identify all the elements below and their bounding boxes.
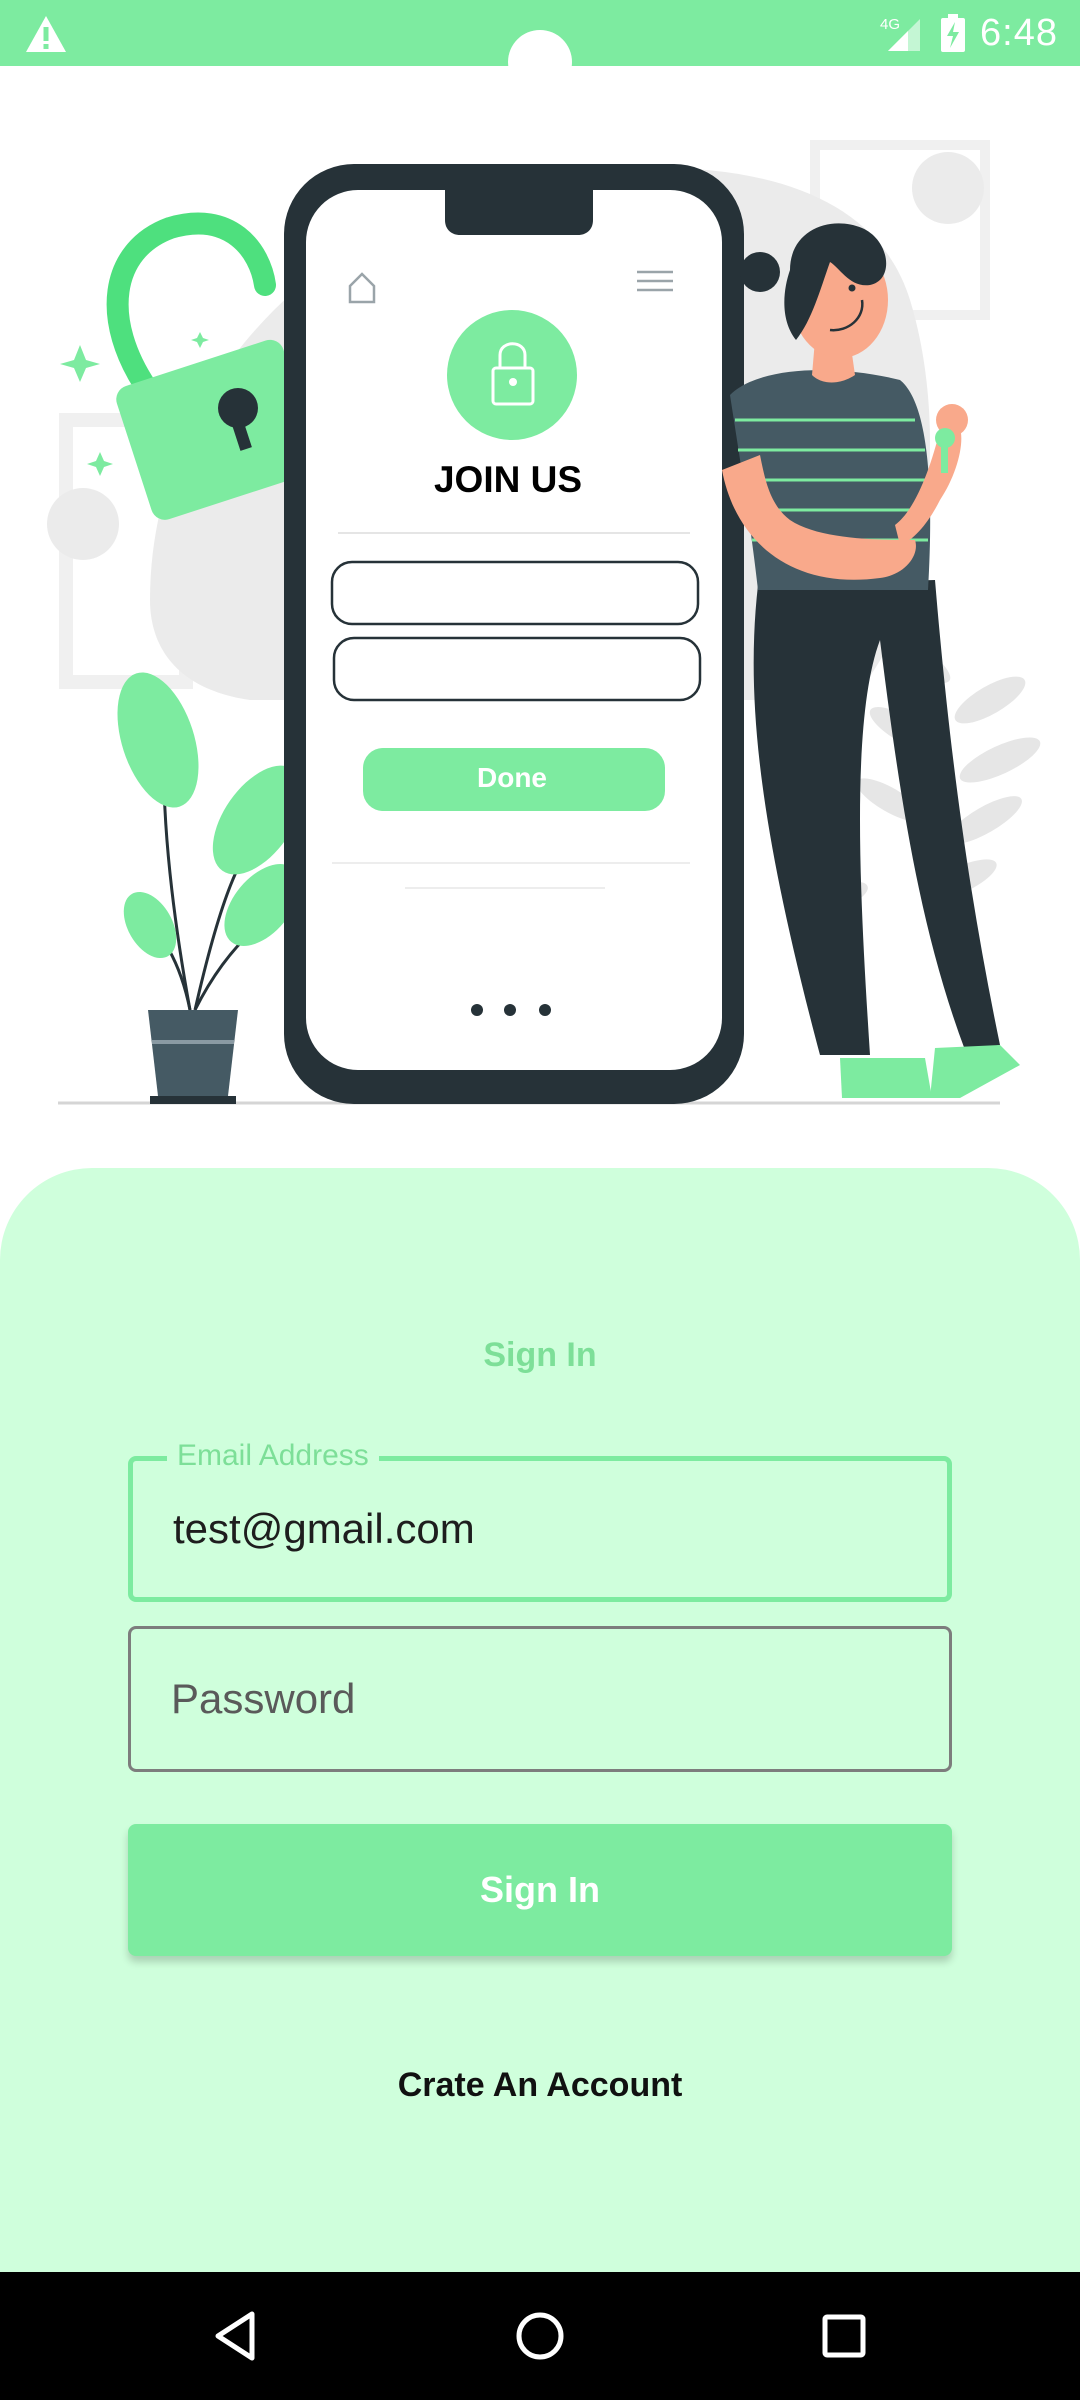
home-icon xyxy=(516,2312,564,2360)
home-button[interactable] xyxy=(500,2296,580,2376)
sign-in-button[interactable]: Sign In xyxy=(128,1824,952,1956)
recents-icon xyxy=(822,2314,866,2358)
email-input[interactable] xyxy=(173,1461,913,1597)
sign-in-title: Sign In xyxy=(483,1336,597,1374)
back-button[interactable] xyxy=(196,2296,276,2376)
create-account-link[interactable]: Crate An Account xyxy=(0,2066,1080,2105)
phone-title: JOIN US xyxy=(434,459,582,500)
navigation-bar xyxy=(0,2272,1080,2400)
back-icon xyxy=(215,2311,255,2361)
signal-icon: 4G xyxy=(880,16,921,51)
password-field[interactable] xyxy=(128,1626,952,1772)
email-field[interactable]: Email Address xyxy=(128,1439,952,1602)
join-us-illustration: JOIN US Done xyxy=(47,140,1041,1105)
phone-done-label: Done xyxy=(477,762,547,793)
recents-button[interactable] xyxy=(804,2296,884,2376)
status-time: 6:48 xyxy=(980,11,1058,54)
network-type: 4G xyxy=(880,16,900,33)
password-input[interactable] xyxy=(171,1629,911,1769)
phone-mockup: JOIN US Done xyxy=(284,164,744,1104)
battery-icon xyxy=(941,14,966,52)
warning-icon xyxy=(26,16,66,52)
